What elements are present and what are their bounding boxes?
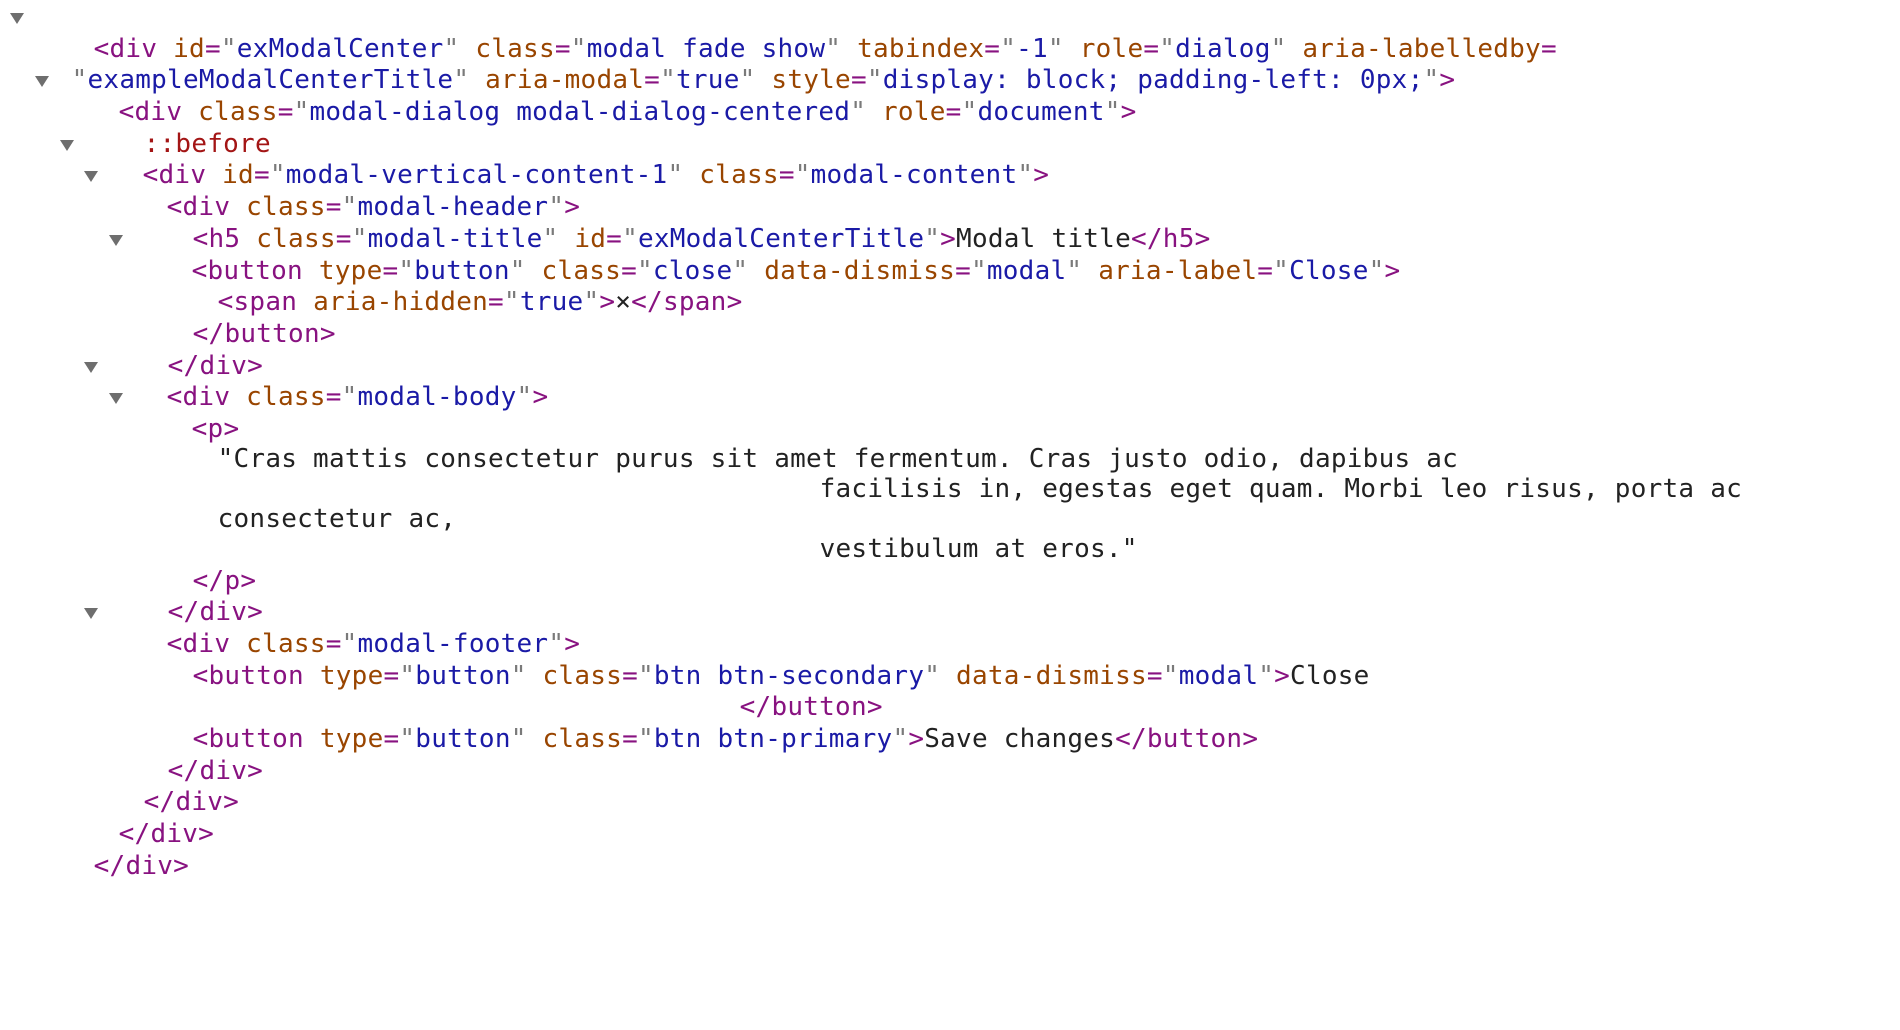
node-modal-cont: "exampleModalCenterTitle" aria-modal="tr…: [71, 65, 1456, 96]
collapse-triangle-icon[interactable]: [35, 76, 49, 88]
node-modal-body[interactable]: <div class="modal-body">: [0, 351, 1900, 412]
collapse-triangle-icon[interactable]: [84, 171, 98, 183]
collapse-triangle-icon[interactable]: [109, 234, 123, 246]
close-tag-div[interactable]: </div>: [0, 819, 1900, 881]
pseudo-before[interactable]: ::before: [0, 97, 1900, 159]
text-node-line[interactable]: "Cras mattis consectetur purus sit amet …: [0, 414, 1900, 474]
collapse-triangle-icon[interactable]: [109, 393, 123, 405]
collapse-triangle-icon[interactable]: [84, 608, 98, 620]
close-tag-div[interactable]: </div>: [0, 787, 1900, 849]
dom-tree: <div id="exModalCenter" class="modal fad…: [0, 0, 1900, 881]
node-btn-secondary-close: </button>: [739, 692, 883, 723]
close-tag-div[interactable]: </div>: [0, 724, 1900, 786]
collapse-triangle-icon[interactable]: [84, 361, 98, 373]
node-modal-dialog[interactable]: <div class="modal-dialog modal-dialog-ce…: [0, 65, 1900, 127]
node-paragraph[interactable]: <p>: [0, 382, 1900, 444]
close-tag-button[interactable]: </button>: [0, 287, 1900, 349]
close-tag-div[interactable]: </div>: [0, 566, 1900, 627]
node-modal-content[interactable]: <div id="modal-vertical-content-1" class…: [0, 129, 1900, 190]
text-node-line[interactable]: facilisis in, egestas eget quam. Morbi l…: [0, 444, 1900, 504]
close-tag-div[interactable]: </div>: [0, 319, 1900, 381]
node-modal-title[interactable]: <h5 class="modal-title" id="exModalCente…: [0, 192, 1900, 254]
node-modal-header[interactable]: <div class="modal-header">: [0, 160, 1900, 222]
node-btn-primary[interactable]: <button type="button" class="btn btn-pri…: [0, 692, 1900, 754]
node-modal[interactable]: <div id="exModalCenter" class="modal fad…: [0, 2, 1900, 64]
collapse-triangle-icon[interactable]: [10, 13, 24, 24]
node-span[interactable]: <span aria-hidden="true">×</span>: [0, 256, 1900, 317]
node-close-button[interactable]: <button type="button" class="close" data…: [0, 224, 1900, 286]
node-modal-footer[interactable]: <div class="modal-footer">: [0, 597, 1900, 659]
close-tag-div[interactable]: </div>: [0, 756, 1900, 817]
text-node-line[interactable]: vestibulum at eros.": [0, 504, 1900, 564]
close-tag-p[interactable]: </p>: [0, 534, 1900, 596]
text-node-line[interactable]: consectetur ac,: [0, 474, 1900, 534]
node-btn-secondary[interactable]: <button type="button" class="btn btn-sec…: [0, 629, 1900, 691]
collapse-triangle-icon[interactable]: [60, 139, 74, 151]
